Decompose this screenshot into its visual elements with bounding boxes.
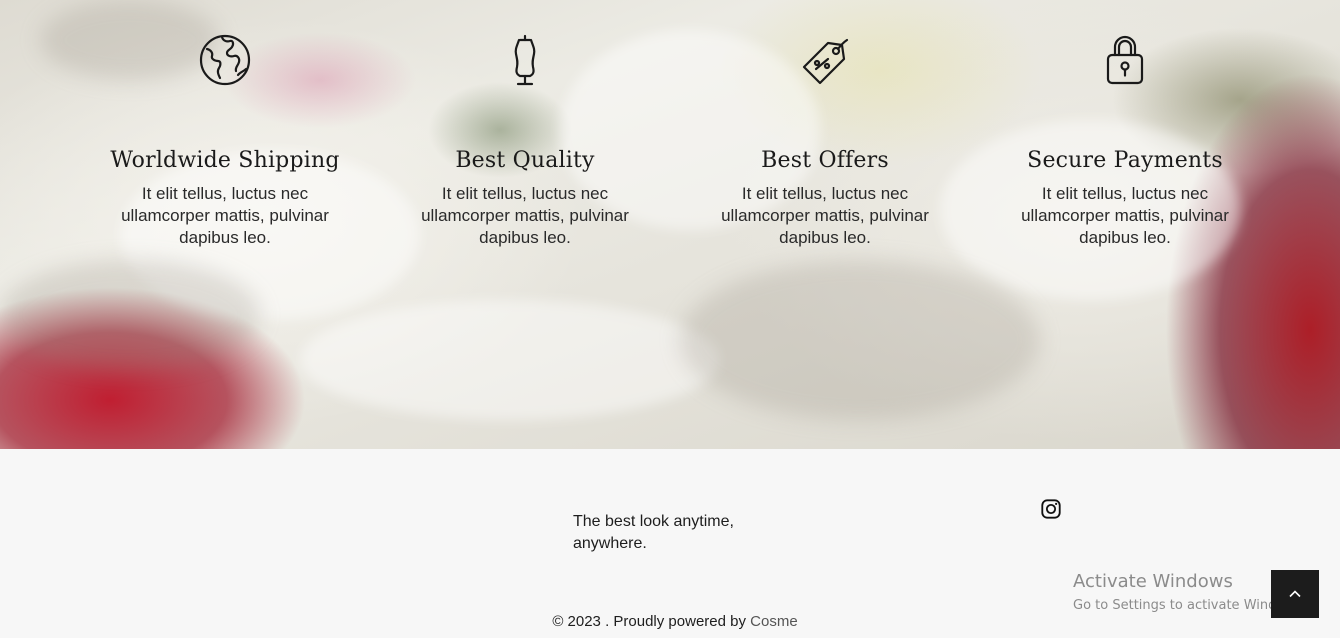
cosme-link[interactable]: Cosme [750, 613, 798, 630]
instagram-icon[interactable] [1040, 498, 1062, 520]
feature-text: It elit tellus, luctus nec ullamcorper m… [721, 184, 929, 247]
copyright: © 2023 . Proudly powered by Cosme [0, 613, 1340, 630]
feature-text: It elit tellus, luctus nec ullamcorper m… [421, 184, 629, 247]
feature-worldwide-shipping: Worldwide Shipping It elit tellus, luctu… [75, 33, 375, 249]
feature-text: It elit tellus, luctus nec ullamcorper m… [121, 184, 329, 247]
feature-best-offers: Best Offers It elit tellus, luctus nec u… [675, 33, 975, 249]
copyright-text: © 2023 . Proudly powered by [552, 613, 751, 630]
chevron-up-icon [1289, 590, 1301, 598]
price-tag-icon [798, 33, 852, 87]
feature-secure-payments: Secure Payments It elit tellus, luctus n… [975, 33, 1275, 249]
feature-best-quality: Best Quality It elit tellus, luctus nec … [375, 33, 675, 249]
footer-tagline: The best look anytime, anywhere. [573, 513, 734, 552]
dress-form-icon [498, 33, 552, 87]
feature-title: Secure Payments [1027, 148, 1223, 173]
site-footer: The best look anytime, anywhere. © 2023 … [0, 449, 1340, 638]
features-section: Worldwide Shipping It elit tellus, luctu… [0, 0, 1340, 449]
feature-title: Best Offers [761, 148, 889, 173]
feature-title: Worldwide Shipping [110, 148, 340, 173]
feature-text: It elit tellus, luctus nec ullamcorper m… [1021, 184, 1229, 247]
back-to-top-button[interactable] [1271, 570, 1319, 618]
globe-icon [198, 33, 252, 87]
padlock-icon [1098, 33, 1152, 87]
feature-title: Best Quality [455, 148, 595, 173]
